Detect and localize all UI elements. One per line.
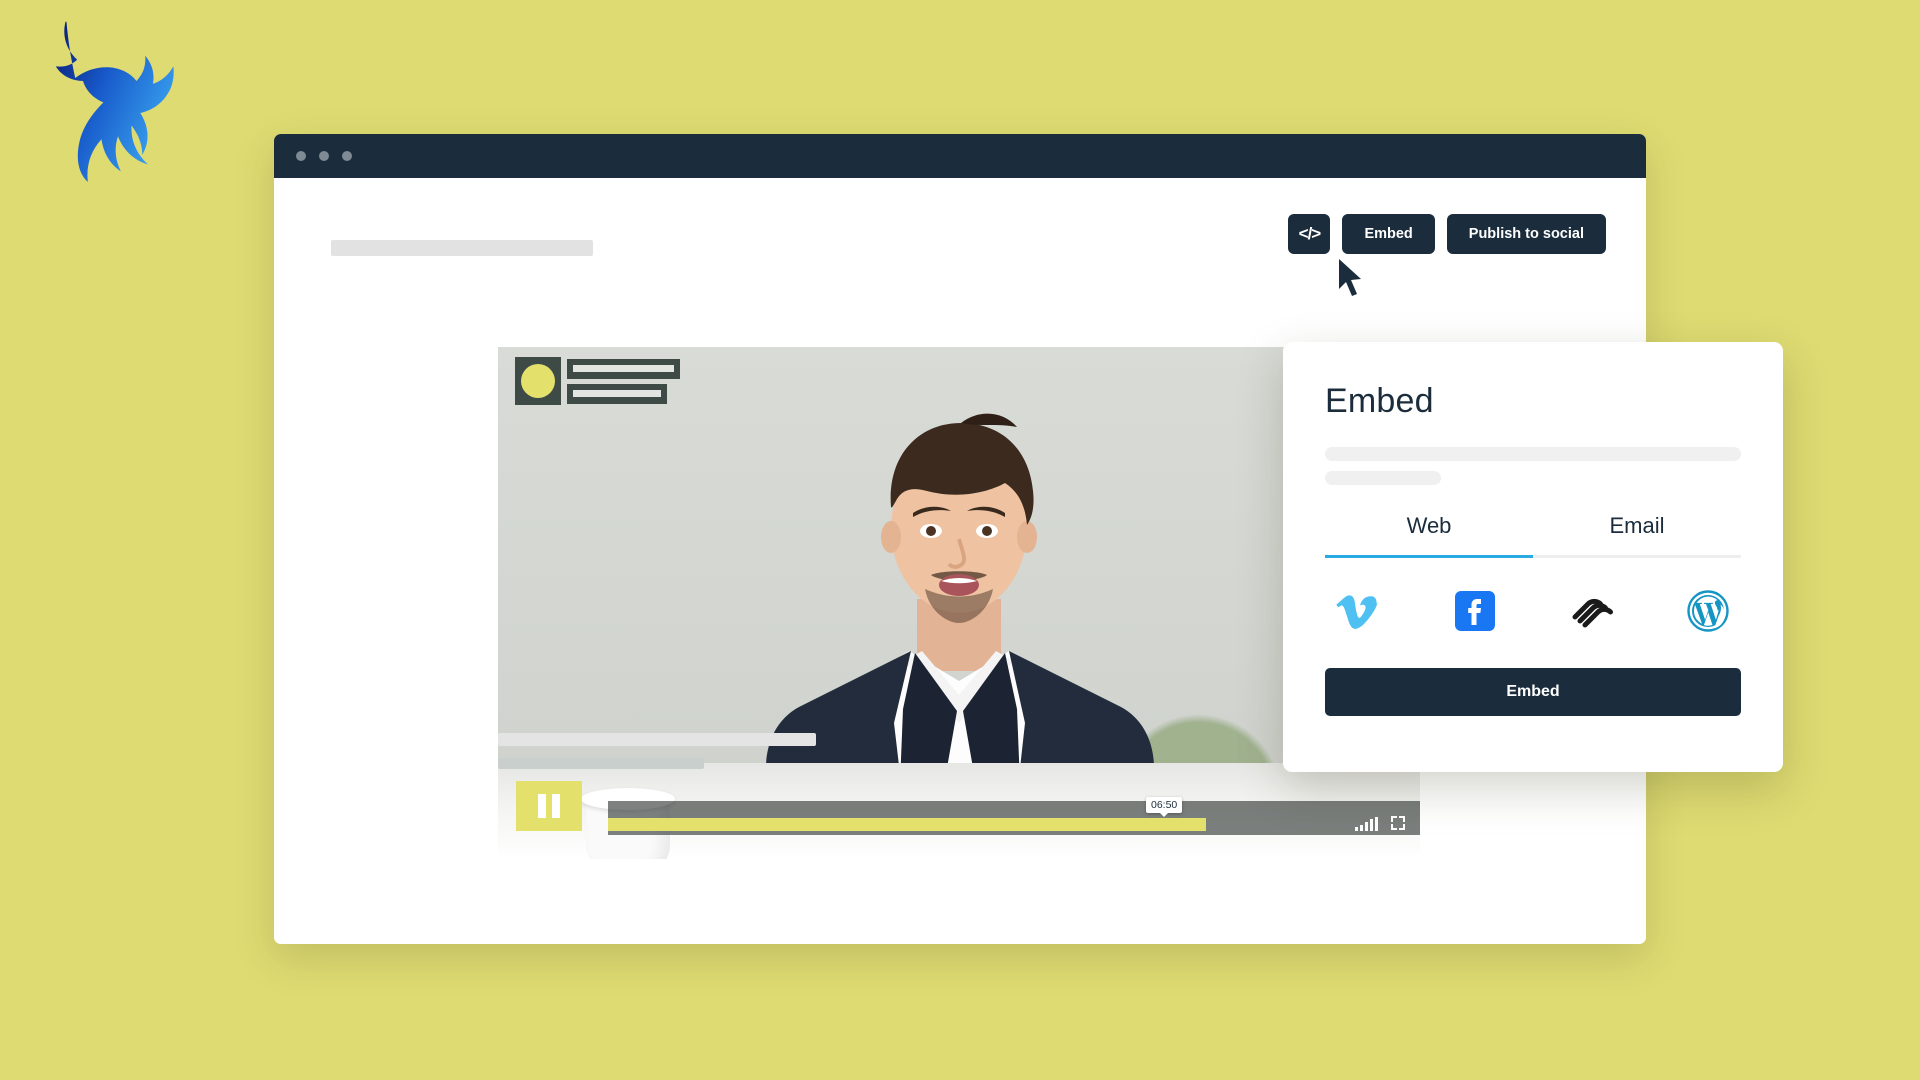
- code-icon-button[interactable]: </>: [1288, 214, 1331, 254]
- video-player[interactable]: 06:50: [498, 347, 1420, 859]
- video-overlay-card: [515, 357, 687, 405]
- pause-icon-bar-right: [552, 794, 560, 818]
- active-tab-indicator: [1325, 555, 1533, 558]
- page-title-placeholder: [331, 240, 593, 256]
- progress-bar[interactable]: [608, 818, 1206, 831]
- embed-button[interactable]: Embed: [1342, 214, 1435, 254]
- embed-panel: Embed Web Email Embed: [1283, 342, 1783, 772]
- video-actions-toolbar: </> Embed Publish to social: [1288, 214, 1606, 254]
- browser-titlebar: [274, 134, 1646, 178]
- pause-icon-bar-left: [538, 794, 546, 818]
- time-tooltip: 06:50: [1146, 797, 1183, 817]
- window-dot-minimize[interactable]: [319, 151, 329, 161]
- overlay-line-2: [567, 383, 667, 404]
- tab-web[interactable]: Web: [1325, 513, 1533, 555]
- window-dot-maximize[interactable]: [342, 151, 352, 161]
- tab-email[interactable]: Email: [1533, 513, 1741, 555]
- overlay-text-placeholders: [567, 358, 680, 404]
- progress-fill: [608, 818, 1206, 831]
- facebook-icon[interactable]: [1452, 588, 1498, 634]
- embed-social-platforms: [1325, 558, 1741, 634]
- overlay-line-1: [567, 358, 680, 379]
- wordpress-icon[interactable]: [1685, 588, 1731, 634]
- description-placeholder-2: [498, 758, 704, 769]
- embed-description-placeholder-1: [1325, 447, 1741, 461]
- squarespace-icon[interactable]: [1568, 588, 1614, 634]
- avatar-circle-icon: [521, 364, 555, 398]
- player-right-controls: [1355, 815, 1406, 831]
- description-placeholder-1: [498, 733, 816, 746]
- embed-panel-title: Embed: [1325, 382, 1434, 420]
- overlay-avatar: [515, 357, 561, 405]
- window-dot-close[interactable]: [296, 151, 306, 161]
- volume-bars-icon[interactable]: [1355, 817, 1378, 831]
- code-icon: </>: [1298, 224, 1322, 243]
- bull-logo: [42, 12, 192, 182]
- pause-button[interactable]: [516, 781, 582, 831]
- publish-to-social-button[interactable]: Publish to social: [1446, 214, 1606, 254]
- embed-tabs: Web Email: [1325, 513, 1741, 555]
- vimeo-icon[interactable]: [1335, 588, 1381, 634]
- embed-confirm-button[interactable]: Embed: [1325, 668, 1741, 716]
- embed-description-placeholder-2: [1325, 471, 1441, 485]
- fullscreen-icon[interactable]: [1390, 815, 1406, 831]
